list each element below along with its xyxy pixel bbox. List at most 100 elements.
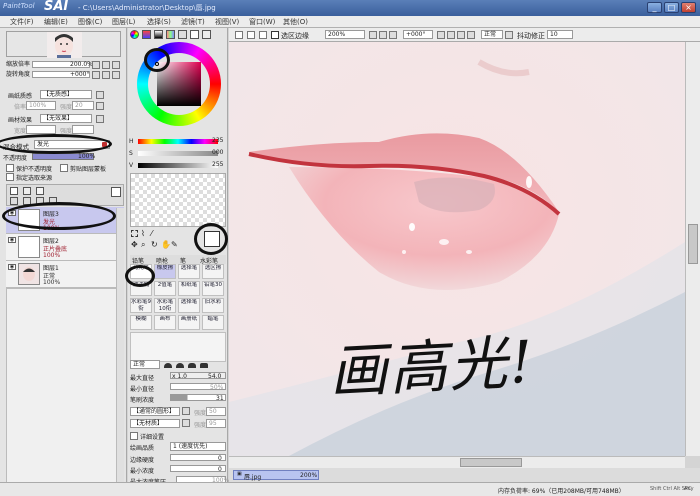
canvas-mode-select[interactable]: 正常 xyxy=(481,30,503,39)
scratchpad-mode-icon[interactable] xyxy=(202,30,211,39)
brush-texture-dropdown[interactable] xyxy=(182,419,190,427)
eyedropper-icon[interactable]: ✎ xyxy=(171,240,178,249)
drawing-canvas[interactable]: 画高光! xyxy=(229,42,685,456)
tip-shape-icon[interactable] xyxy=(200,363,208,368)
menu-edit[interactable]: 编辑(E) xyxy=(44,17,68,27)
navigator-thumbnail[interactable] xyxy=(6,31,121,58)
brush-shape-select[interactable]: 【通常的圆形】 xyxy=(130,407,180,416)
tool-select-pen-2[interactable]: 选择笔 xyxy=(178,298,200,313)
tool-canvas[interactable]: 画布 xyxy=(154,315,176,330)
mix-color-mode-icon[interactable] xyxy=(178,30,187,39)
rotate-left-button[interactable] xyxy=(92,71,100,79)
tool-binary-pen[interactable]: 2值笔 xyxy=(154,281,176,296)
detail-settings-checkbox[interactable] xyxy=(130,432,138,440)
visibility-eye-icon[interactable]: ◉ xyxy=(8,264,16,270)
paper-scale-value[interactable]: 100% xyxy=(26,101,56,110)
menu-view[interactable]: 视图(V) xyxy=(215,17,239,27)
color-palette-mode-icon[interactable] xyxy=(166,30,175,39)
tool-pencil-30[interactable]: 铅笔30 xyxy=(202,281,224,296)
shape-strength-value[interactable]: 50 xyxy=(206,407,226,416)
texture-strength-value[interactable]: 95 xyxy=(206,419,226,428)
minimize-button[interactable]: _ xyxy=(647,2,662,13)
swatches-mode-icon[interactable] xyxy=(190,30,199,39)
canvas-horizontal-scrollbar[interactable] xyxy=(229,456,685,468)
canvas-rotate-reset[interactable] xyxy=(457,31,465,39)
menu-filter[interactable]: 滤镜(T) xyxy=(181,17,205,27)
rotate-icon[interactable]: ↻ xyxy=(151,240,158,249)
menu-select[interactable]: 选择(S) xyxy=(147,17,171,27)
move-icon[interactable]: ✥ xyxy=(131,240,138,249)
tool-select-eraser[interactable]: 选区擦 xyxy=(202,264,224,279)
tool-watercolor-9[interactable]: 水彩笔9衔 xyxy=(130,298,152,313)
hsv-slider-mode-icon[interactable] xyxy=(154,30,163,39)
tool-washi-pen[interactable]: 和纸笔 xyxy=(178,281,200,296)
brush-mode-select[interactable]: 正常 xyxy=(130,360,160,369)
brush-effect-dropdown[interactable] xyxy=(96,115,104,123)
new-folder-icon[interactable] xyxy=(36,187,44,195)
canvas-vertical-scrollbar[interactable] xyxy=(685,42,700,456)
selection-edge-checkbox[interactable] xyxy=(271,31,279,39)
brush-effect-select[interactable]: 【无效果】 xyxy=(40,114,92,123)
canvas-tool-icon[interactable] xyxy=(259,31,267,39)
canvas-tool-icon[interactable] xyxy=(247,31,255,39)
zoom-out-button[interactable] xyxy=(92,61,100,69)
vertical-scroll-thumb[interactable] xyxy=(688,224,698,264)
hand-icon[interactable]: ✋ xyxy=(161,240,171,249)
paper-strength-toggle[interactable] xyxy=(96,102,104,110)
magic-wand-icon[interactable]: ⁄ xyxy=(151,229,152,238)
tip-shape-icon[interactable] xyxy=(176,363,184,368)
new-layer-icon[interactable] xyxy=(10,187,18,195)
canvas-zoom-select[interactable]: 200% xyxy=(325,30,365,39)
canvas-rotate-right[interactable] xyxy=(447,31,455,39)
canvas-mode-dropdown[interactable] xyxy=(505,31,513,39)
tip-shape-icon[interactable] xyxy=(164,363,172,368)
menu-image[interactable]: 图像(C) xyxy=(78,17,102,27)
menu-layer[interactable]: 图层(L) xyxy=(112,17,135,27)
paper-texture-select[interactable]: 【无质感】 xyxy=(40,90,92,99)
zoom-in-button[interactable] xyxy=(102,61,110,69)
tool-watercolor-10[interactable]: 水彩笔10衔 xyxy=(154,298,176,313)
canvas-zoom-fit[interactable] xyxy=(389,31,397,39)
quality-select[interactable]: 1 (速度优先) xyxy=(170,442,226,451)
menu-file[interactable]: 文件(F) xyxy=(10,17,34,27)
effect-strength-value[interactable] xyxy=(72,125,94,134)
brush-shape-dropdown[interactable] xyxy=(182,407,190,415)
paper-texture-dropdown[interactable] xyxy=(96,91,104,99)
paper-strength-value[interactable]: 20 xyxy=(72,101,94,110)
tool-sketchbook[interactable]: 画册纸 xyxy=(178,315,200,330)
canvas-flip[interactable] xyxy=(467,31,475,39)
layer-panel-toggle-icon[interactable] xyxy=(111,187,121,197)
rgb-slider-mode-icon[interactable] xyxy=(142,30,151,39)
menu-other[interactable]: 其他(O) xyxy=(283,17,308,27)
menu-window[interactable]: 窗口(W) xyxy=(249,17,275,27)
tool-eraser[interactable]: 橡皮擦 xyxy=(154,264,176,279)
value-slider[interactable] xyxy=(138,163,218,168)
document-tab[interactable]: ▣ 唇.jpg 200% xyxy=(233,470,319,481)
rotate-reset-button[interactable] xyxy=(112,71,120,79)
tool-blur[interactable]: 模糊 xyxy=(130,315,152,330)
canvas-rotate-left[interactable] xyxy=(437,31,445,39)
canvas-zoom-out[interactable] xyxy=(369,31,377,39)
layer-scrollbar[interactable] xyxy=(116,208,124,494)
tool-select-pen[interactable]: 选择笔 xyxy=(178,264,200,279)
color-wheel-mode-icon[interactable] xyxy=(130,30,139,39)
tip-shape-icon[interactable] xyxy=(188,363,196,368)
layer-row[interactable]: ◉ 图层1 正常 100% xyxy=(6,261,124,288)
maximize-button[interactable]: □ xyxy=(664,2,679,13)
visibility-eye-icon[interactable]: ◉ xyxy=(8,237,16,243)
hue-slider[interactable] xyxy=(138,139,218,144)
new-set-icon[interactable] xyxy=(23,187,31,195)
stabilizer-select[interactable]: 10 xyxy=(547,30,573,39)
tool-crayon[interactable]: 蜡笔 xyxy=(202,315,224,330)
color-swatch-grid[interactable] xyxy=(130,173,226,227)
rect-select-icon[interactable] xyxy=(131,230,138,237)
transfer-down-icon[interactable] xyxy=(10,197,18,205)
zoom-reset-button[interactable] xyxy=(112,61,120,69)
select-source-checkbox[interactable] xyxy=(6,173,14,181)
effect-width-value[interactable] xyxy=(26,125,56,134)
close-button[interactable]: × xyxy=(681,2,696,13)
canvas-zoom-in[interactable] xyxy=(379,31,387,39)
protect-opacity-checkbox[interactable] xyxy=(6,164,14,172)
tool-old-watercolor[interactable]: 旧水彩 xyxy=(202,298,224,313)
layer-row[interactable]: ◉ 图层2 正片叠底 100% xyxy=(6,234,124,261)
